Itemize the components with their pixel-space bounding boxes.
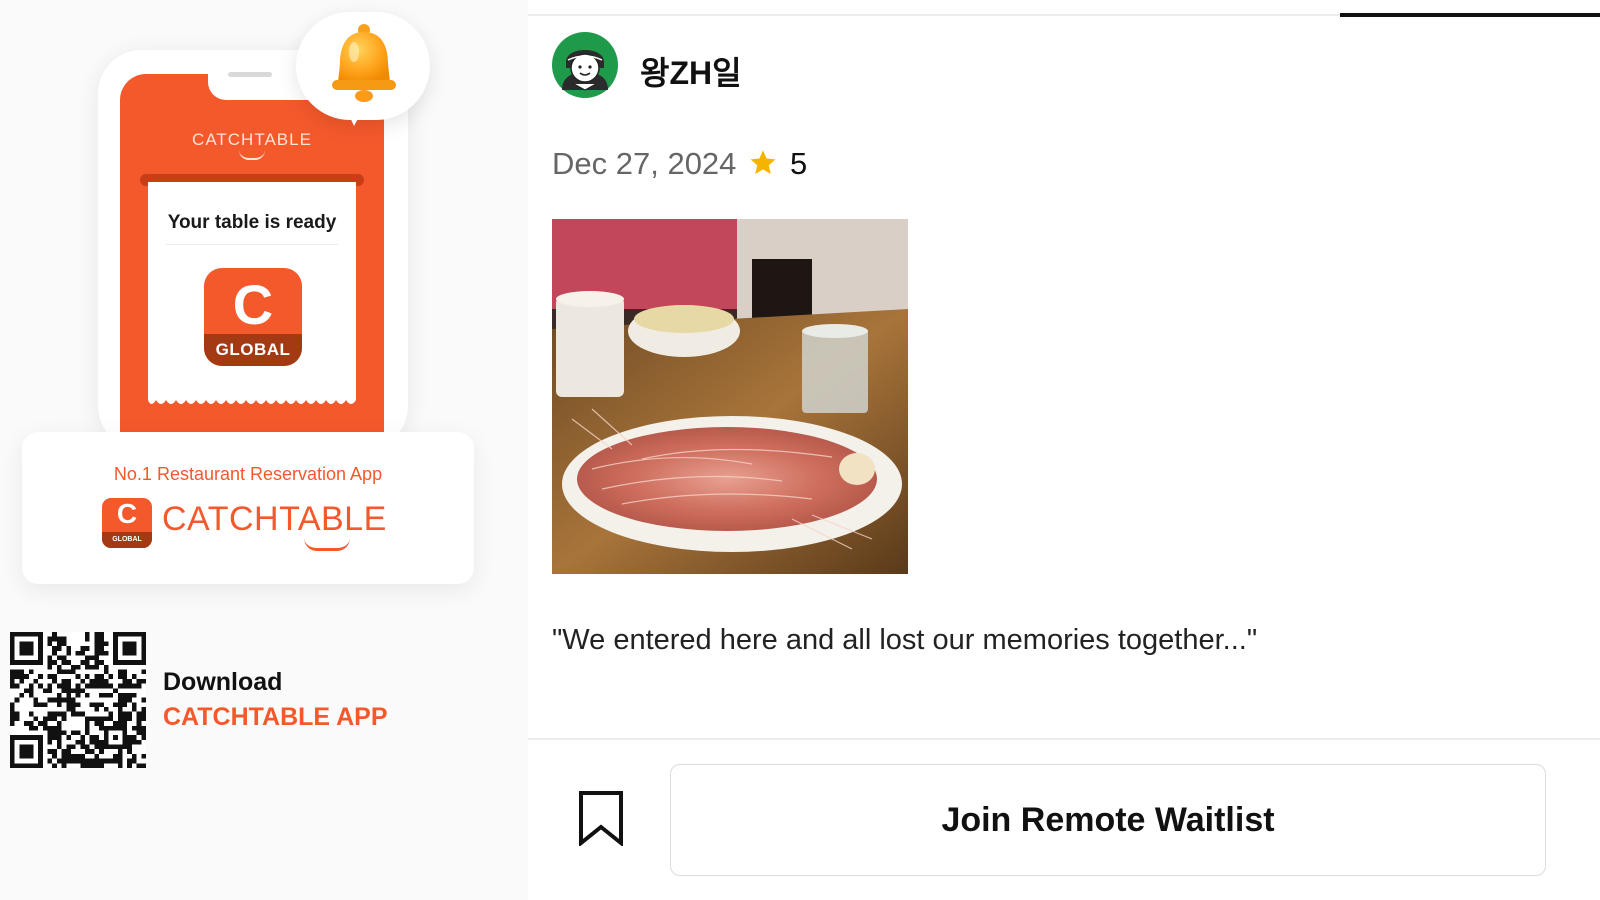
avatar-icon[interactable] bbox=[552, 32, 618, 98]
review-quote: "We entered here and all lost our memori… bbox=[552, 624, 1258, 656]
phone-speaker bbox=[228, 72, 272, 77]
ticket-divider bbox=[166, 244, 338, 245]
promo-card: No.1 Restaurant Reservation App C GLOBAL… bbox=[22, 432, 474, 584]
catchtable-wordmark: CATCHTABLE bbox=[162, 500, 387, 538]
bottom-divider bbox=[528, 738, 1600, 740]
bookmark-icon bbox=[579, 791, 623, 846]
wordmark-smile bbox=[304, 538, 350, 551]
review-panel: 왕ZH일 Dec 27, 2024 5 "We entered here and… bbox=[528, 0, 1600, 900]
promo-tagline: No.1 Restaurant Reservation App bbox=[113, 464, 383, 484]
download-label: Download bbox=[163, 668, 283, 696]
rating-value: 5 bbox=[790, 146, 808, 181]
review-photo[interactable] bbox=[552, 219, 908, 574]
active-tab-indicator[interactable] bbox=[1340, 13, 1600, 17]
catchtable-logo-icon: C GLOBAL bbox=[102, 498, 152, 548]
bookmark-button[interactable] bbox=[574, 786, 628, 850]
ticket-zigzag-edge bbox=[148, 394, 356, 404]
phone-brand-smile bbox=[239, 150, 265, 160]
star-icon bbox=[750, 150, 776, 174]
phone-brand-text: CATCHTABLE bbox=[192, 130, 312, 149]
logo-icon-band: GLOBAL bbox=[102, 532, 152, 548]
join-remote-waitlist-button[interactable]: Join Remote Waitlist bbox=[670, 764, 1546, 876]
logo-icon-letter: C bbox=[116, 498, 138, 529]
app-icon-letter: C bbox=[232, 273, 274, 336]
qr-code-image[interactable] bbox=[10, 632, 146, 768]
download-app-link[interactable]: CATCHTABLE APP bbox=[163, 703, 388, 732]
review-date: Dec 27, 2024 bbox=[552, 146, 737, 181]
ticket-title: Your table is ready bbox=[167, 212, 337, 233]
phone-brand-logo: CATCHTABLE bbox=[120, 130, 384, 160]
notification-bubble-tail bbox=[344, 104, 366, 126]
app-promo-panel: CATCHTABLE Your table is ready C GLOBAL bbox=[0, 0, 528, 900]
ticket-card: Your table is ready C GLOBAL bbox=[148, 182, 356, 400]
phone-screen: CATCHTABLE Your table is ready C GLOBAL bbox=[120, 74, 384, 450]
reviewer-name[interactable]: 왕ZH일 bbox=[640, 48, 742, 94]
app-icon-band: GLOBAL bbox=[204, 334, 302, 366]
bell-icon bbox=[332, 24, 396, 102]
catchtable-global-app-icon: C GLOBAL bbox=[204, 268, 302, 366]
